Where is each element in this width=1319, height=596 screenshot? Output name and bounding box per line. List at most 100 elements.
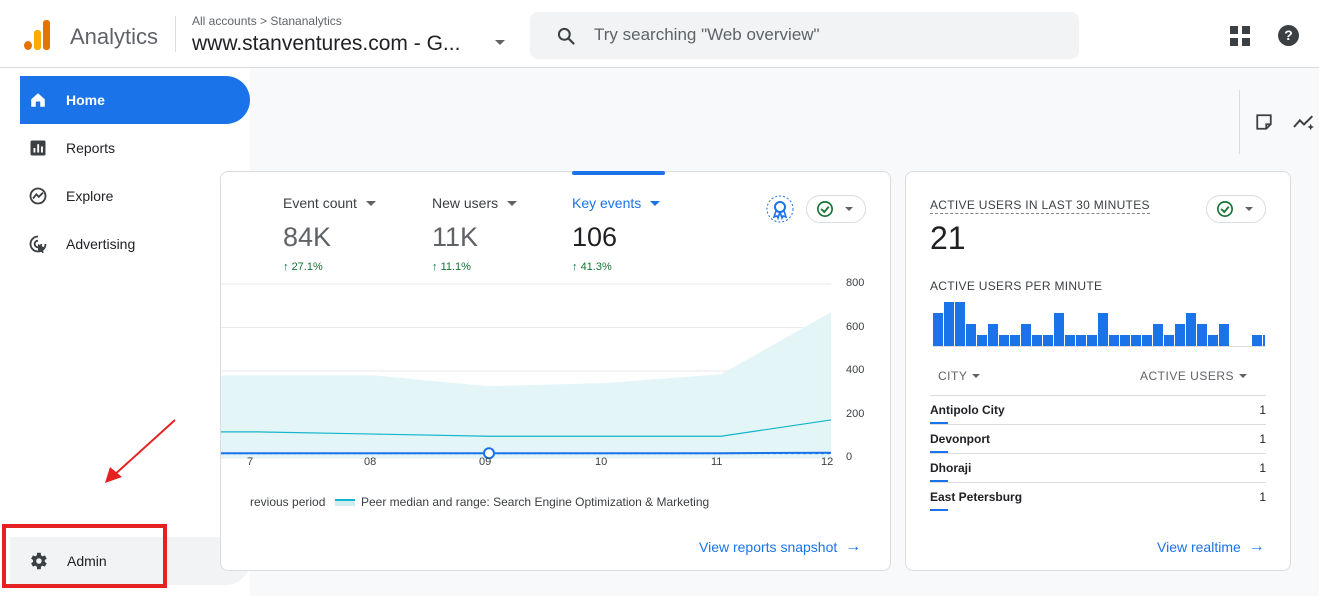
per-minute-bar bbox=[1010, 335, 1020, 346]
active-tab-indicator bbox=[572, 171, 665, 175]
metric-new-users[interactable]: New users 11K ↑ 11.1% bbox=[432, 195, 518, 273]
help-icon[interactable]: ? bbox=[1278, 25, 1299, 46]
sidebar-item-label: Explore bbox=[66, 188, 114, 204]
sidebar-item-advertising[interactable]: Advertising bbox=[20, 220, 250, 268]
row-bar bbox=[930, 509, 948, 511]
per-minute-bar bbox=[1087, 335, 1097, 346]
apps-grid-icon[interactable] bbox=[1230, 26, 1250, 46]
city-name: Dhoraji bbox=[930, 461, 972, 475]
per-minute-bar bbox=[999, 335, 1009, 346]
account-breadcrumb[interactable]: All accounts > Stananalytics bbox=[192, 14, 342, 28]
caret-down-icon[interactable] bbox=[365, 200, 376, 206]
toolbar-divider bbox=[1239, 90, 1240, 154]
per-minute-bar bbox=[1054, 313, 1064, 346]
per-minute-bar bbox=[1197, 324, 1207, 346]
per-minute-bar-chart bbox=[933, 302, 1265, 347]
top-bar: Analytics All accounts > Stananalytics w… bbox=[0, 0, 1319, 68]
data-quality-check-button[interactable] bbox=[806, 195, 866, 223]
metric-value: 84K bbox=[283, 222, 332, 252]
per-minute-bar bbox=[933, 313, 943, 346]
sidebar-item-explore[interactable]: Explore bbox=[20, 172, 250, 220]
column-header-city[interactable]: CITY bbox=[938, 369, 981, 383]
arrow-right-icon: → bbox=[1248, 538, 1265, 555]
sidebar-item-reports[interactable]: Reports bbox=[20, 124, 250, 172]
legend-peer-range: Peer median and range: Search Engine Opt… bbox=[335, 495, 709, 509]
sidebar-item-label: Reports bbox=[66, 140, 116, 156]
metric-label: Event count bbox=[283, 195, 357, 211]
per-minute-bar bbox=[977, 335, 987, 346]
user-count: 1 bbox=[1259, 490, 1266, 504]
per-minute-bar bbox=[1263, 335, 1265, 346]
analytics-logo-icon[interactable] bbox=[24, 20, 52, 50]
explore-icon bbox=[28, 186, 48, 206]
per-minute-bar bbox=[1175, 324, 1185, 346]
per-minute-bar bbox=[1098, 313, 1108, 346]
legend-previous-period: revious period bbox=[250, 495, 326, 509]
column-header-active-users[interactable]: ACTIVE USERS bbox=[1140, 369, 1248, 383]
header-divider bbox=[175, 16, 176, 52]
metric-event-count[interactable]: Event count 84K ↑ 27.1% bbox=[283, 195, 376, 273]
view-reports-snapshot-link[interactable]: View reports snapshot → bbox=[699, 538, 861, 556]
check-circle-icon bbox=[817, 201, 833, 217]
user-count: 1 bbox=[1259, 461, 1266, 475]
per-minute-bar bbox=[1142, 335, 1152, 346]
y-tick-label: 800 bbox=[846, 277, 865, 289]
check-circle-icon bbox=[1217, 201, 1233, 217]
legend-swatch bbox=[335, 498, 355, 506]
insights-icon[interactable] bbox=[1292, 112, 1316, 132]
search-icon bbox=[557, 27, 575, 45]
metric-key-events[interactable]: Key events 106 ↑ 41.3% bbox=[572, 195, 661, 273]
city-name: Devonport bbox=[930, 432, 990, 446]
per-minute-bar bbox=[966, 324, 976, 346]
annotation-highlight-box bbox=[2, 524, 167, 588]
per-minute-bar bbox=[1219, 324, 1229, 346]
x-tick-label: 08 bbox=[364, 456, 377, 468]
property-selector[interactable]: www.stanventures.com - G... bbox=[192, 32, 460, 56]
search-bar[interactable] bbox=[530, 12, 1079, 59]
city-name: Antipolo City bbox=[930, 403, 1005, 417]
metric-value: 106 bbox=[572, 222, 618, 252]
realtime-per-minute-label: ACTIVE USERS PER MINUTE bbox=[930, 279, 1103, 293]
per-minute-bar bbox=[1120, 335, 1130, 346]
table-row: East Petersburg 1 bbox=[930, 482, 1266, 511]
metric-label: Key events bbox=[572, 195, 642, 211]
per-minute-bar bbox=[1076, 335, 1086, 346]
note-icon[interactable] bbox=[1255, 113, 1273, 131]
app-title: Analytics bbox=[70, 24, 159, 49]
table-row: Dhoraji 1 bbox=[930, 453, 1266, 482]
per-minute-bar bbox=[1021, 324, 1031, 346]
metric-label: New users bbox=[432, 195, 499, 211]
view-realtime-link[interactable]: View realtime → bbox=[1157, 538, 1265, 556]
per-minute-bar bbox=[1153, 324, 1163, 346]
y-tick-label: 0 bbox=[846, 451, 853, 463]
y-tick-label: 200 bbox=[846, 407, 865, 420]
per-minute-bar bbox=[1186, 313, 1196, 346]
table-row: Devonport 1 bbox=[930, 424, 1266, 453]
realtime-check-button[interactable] bbox=[1206, 195, 1266, 223]
sidebar-item-label: Home bbox=[66, 92, 105, 108]
x-tick-label: 09 bbox=[479, 456, 492, 468]
per-minute-bar bbox=[1208, 335, 1218, 346]
chevron-down-icon[interactable] bbox=[495, 40, 505, 45]
caret-down-icon bbox=[1239, 374, 1248, 378]
per-minute-bar bbox=[1109, 335, 1119, 346]
sidebar-item-label: Advertising bbox=[66, 236, 136, 252]
search-input[interactable] bbox=[594, 22, 1054, 48]
caret-down-icon bbox=[972, 374, 981, 378]
caret-down-icon[interactable] bbox=[507, 200, 518, 206]
y-tick-label: 600 bbox=[846, 320, 865, 333]
x-tick-label: 10 bbox=[595, 456, 608, 468]
per-minute-bar bbox=[1032, 335, 1042, 346]
table-row: Antipolo City 1 bbox=[930, 395, 1266, 424]
sidebar-item-home[interactable]: Home bbox=[20, 76, 250, 124]
per-minute-bar bbox=[1252, 335, 1262, 346]
caret-down-icon[interactable] bbox=[650, 200, 661, 206]
home-icon bbox=[28, 90, 48, 110]
caret-down-icon bbox=[1245, 207, 1253, 211]
benchmark-ribbon-icon[interactable] bbox=[765, 195, 795, 223]
realtime-title[interactable]: ACTIVE USERS IN LAST 30 MINUTES bbox=[930, 198, 1150, 214]
per-minute-bar bbox=[1065, 335, 1075, 346]
user-count: 1 bbox=[1259, 403, 1266, 417]
per-minute-bar bbox=[1131, 335, 1141, 346]
caret-down-icon bbox=[845, 207, 853, 211]
